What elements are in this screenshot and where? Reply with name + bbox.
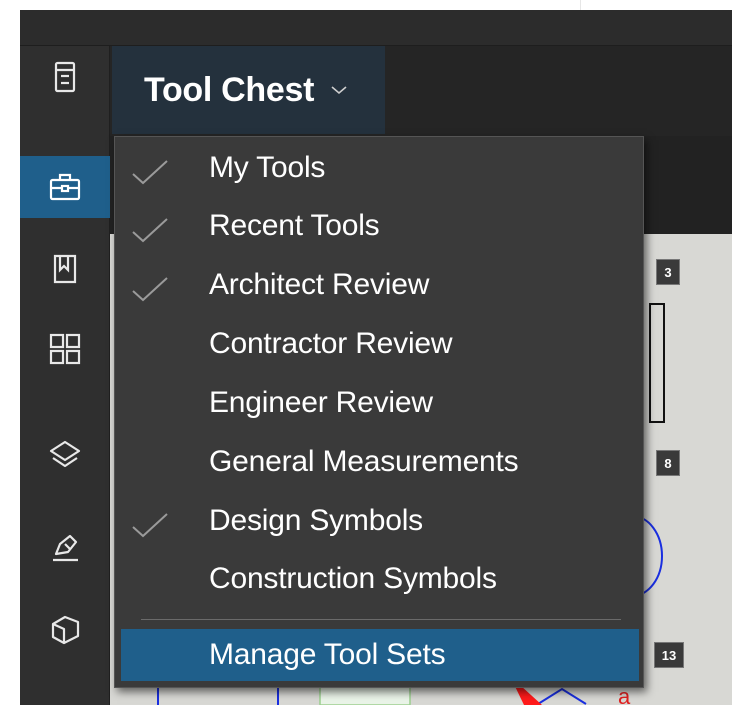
menu-item-contractor-review[interactable]: Contractor Review [115,314,643,373]
menu-item-engineer-review[interactable]: Engineer Review [115,373,643,432]
menu-item-construction-symbols[interactable]: Construction Symbols [115,549,643,608]
page-badge: 3 [656,259,680,285]
page-badge: 13 [654,642,684,668]
menu-item-label: Contractor Review [209,326,453,360]
toolbox-icon [49,173,81,201]
tool-chest-dropdown-menu: My Tools Recent Tools Architect Review C… [114,136,644,688]
menu-item-general-measurements[interactable]: General Measurements [115,432,643,491]
menu-item-design-symbols[interactable]: Design Symbols [115,491,643,550]
tool-chest-dropdown-button[interactable]: Tool Chest [112,46,385,134]
document-list-icon [54,61,76,93]
page-badge: 8 [656,450,680,476]
signature-pen-icon [53,534,78,562]
sidebar-item-thumbnails[interactable] [20,318,110,380]
menu-item-label: Design Symbols [209,503,423,537]
left-sidebar [20,46,110,705]
sidebar-item-documents[interactable] [20,46,110,108]
menu-divider [141,619,621,620]
menu-item-architect-review[interactable]: Architect Review [115,255,643,314]
menu-item-label: My Tools [209,150,326,184]
topbar-divider [580,0,581,10]
menu-item-recent-tools[interactable]: Recent Tools [115,196,643,255]
sidebar-item-bookmarks[interactable] [20,238,110,300]
menu-item-label: General Measurements [209,444,519,478]
menu-item-my-tools[interactable]: My Tools [115,138,643,197]
checkmark-icon [132,218,168,243]
thumbnails-grid-icon [49,333,81,365]
sidebar-item-3d-view[interactable] [20,598,110,660]
sidebar-item-layers[interactable] [20,424,110,486]
checkmark-icon [132,277,168,302]
bookmark-icon [53,254,77,284]
sidebar-item-tool-chest[interactable] [20,156,110,218]
top-toolbar [20,10,732,46]
menu-item-label: Engineer Review [209,385,433,419]
tool-chest-title: Tool Chest [144,70,315,109]
chevron-down-icon [330,84,348,96]
menu-item-label: Manage Tool Sets [209,638,446,671]
menu-item-label: Recent Tools [209,208,380,242]
checkmark-icon [132,513,168,538]
manage-tool-sets-button[interactable]: Manage Tool Sets [121,629,639,681]
3d-shape-icon [51,615,80,645]
menu-item-label: Construction Symbols [209,561,497,595]
sidebar-item-signatures[interactable] [20,516,110,578]
menu-item-label: Architect Review [209,267,430,301]
checkmark-icon [132,160,168,185]
layers-icon [49,440,81,468]
